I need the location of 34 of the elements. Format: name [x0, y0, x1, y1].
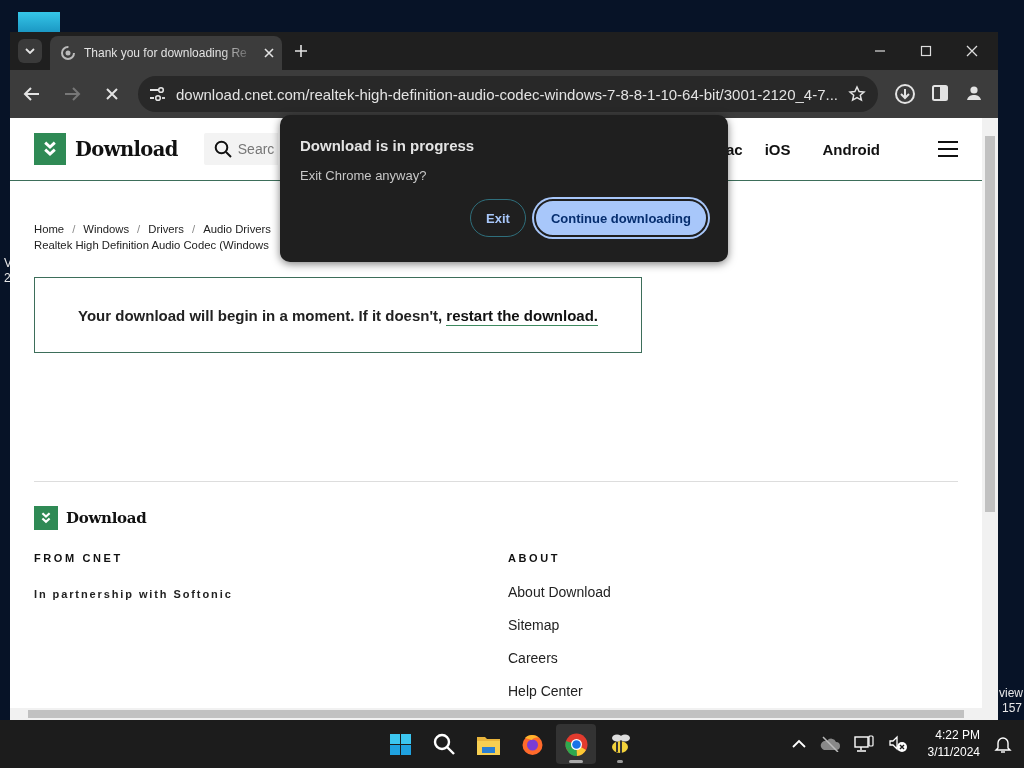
desktop-text: 157	[1002, 701, 1023, 715]
footer-logo-text[interactable]: Download	[66, 509, 147, 527]
breadcrumb-link[interactable]: Drivers	[148, 223, 185, 235]
breadcrumb-link[interactable]: Windows	[83, 223, 130, 235]
breadcrumb-separator: /	[192, 223, 196, 235]
footer-link[interactable]: Careers	[508, 650, 958, 667]
clock[interactable]: 4:22 PM 3/11/2024	[927, 727, 980, 761]
logo-text[interactable]: Download	[75, 137, 178, 161]
footer-tagline: In partnership with Softonic	[34, 588, 233, 600]
address-bar[interactable]: download.cnet.com/realtek-high-definition-audio-codec-windows-7-8-8-1-10-64-bit/3001-2120_4-7...	[138, 76, 879, 112]
restart-link[interactable]: restart the download.	[446, 306, 598, 326]
browser-tab[interactable]: Thank you for downloading Re	[50, 36, 282, 70]
breadcrumb-link[interactable]: Home	[34, 223, 65, 235]
footer-heading: ABOUT	[508, 552, 562, 564]
dialog-title: Download is in progress	[300, 137, 476, 154]
footer-link[interactable]: Sitemap	[508, 617, 958, 634]
continue-button[interactable]: Continue downloading	[533, 199, 708, 237]
tab-title: Thank you for downloading Re	[84, 46, 248, 60]
nav-link[interactable]: Android	[822, 140, 880, 158]
notice-text: Your download will begin in a moment. If it doesn't, restart the download.	[78, 306, 598, 324]
breadcrumb-separator: /	[137, 223, 141, 235]
exit-button[interactable]: Exit	[470, 199, 526, 237]
footer-link[interactable]: About Download	[508, 584, 958, 601]
desktop-text: view	[999, 686, 1023, 700]
footer-link[interactable]: Help Center	[508, 683, 958, 700]
footer-heading: FROM CNET	[34, 552, 124, 564]
nav-link[interactable]: iOS	[764, 140, 791, 158]
breadcrumb-link[interactable]: Audio Drivers	[203, 223, 271, 235]
desktop-text: 2	[4, 271, 11, 285]
dialog-message: Exit Chrome anyway?	[300, 168, 428, 183]
breadcrumb-current: Realtek High Definition Audio Codec (Windows	[34, 239, 269, 251]
search-field[interactable]: Searc	[203, 133, 278, 165]
breadcrumb-separator: /	[72, 223, 76, 235]
url-text: download.cnet.com/realtek-high-definition-audio-codec-windows-7-8-8-1-10-64-bit/3001-2120_4-7...	[176, 85, 839, 103]
